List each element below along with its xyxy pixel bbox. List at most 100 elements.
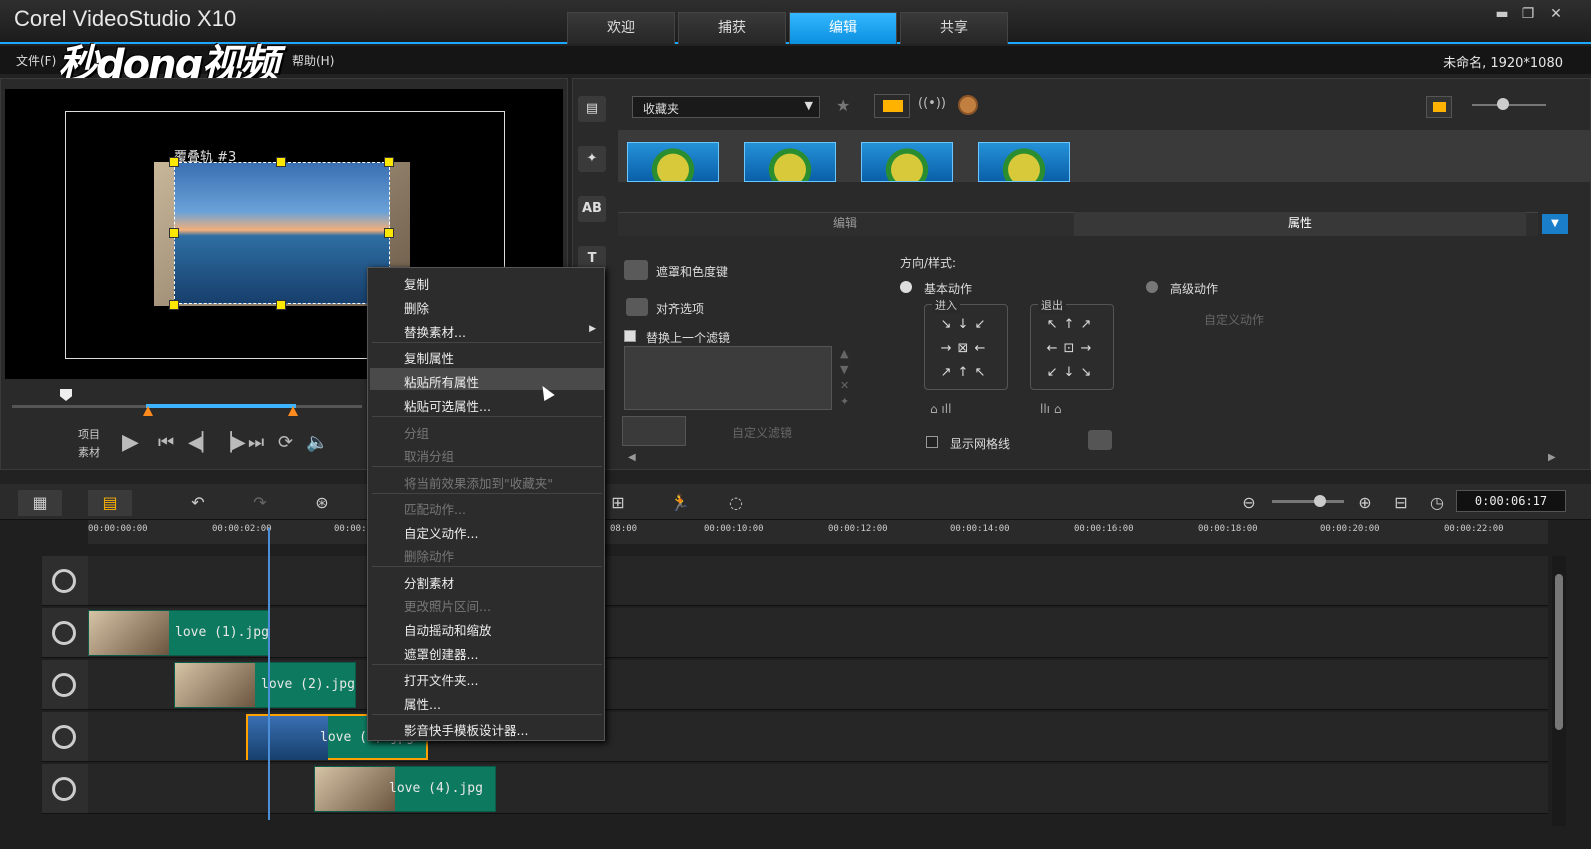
track-header[interactable] [42,608,88,658]
menu-item-template-designer[interactable]: 影音快手模板设计器... [404,720,528,739]
grid-settings-icon[interactable] [1088,430,1112,450]
track-header[interactable] [42,712,88,762]
project-mode-label[interactable]: 项目 [78,426,100,442]
menu-item-properties[interactable]: 属性... [404,694,441,713]
replace-filter-checkbox[interactable] [624,330,636,342]
resize-handle[interactable] [169,228,179,238]
tab-welcome[interactable]: 欢迎 [567,12,675,44]
track-header[interactable] [42,764,88,814]
menu-item-auto-pan-zoom[interactable]: 自动摇动和缩放 [404,620,492,639]
next-frame-icon[interactable]: ▕▶ [218,432,246,453]
mask-icon[interactable] [624,260,648,280]
fade-in-icon[interactable]: ⌂ ıll [930,402,951,416]
storyboard-view-icon[interactable]: ▦ [18,490,62,516]
library-thumbnail[interactable] [744,142,836,182]
resize-handle[interactable] [169,157,179,167]
filter-preset-dropdown[interactable] [622,416,686,446]
menu-item-paste-selected-attributes[interactable]: 粘贴可选属性... [404,396,491,415]
scroll-left-icon[interactable]: ◀ [628,452,636,463]
mask-chroma-option[interactable]: 遮罩和色度键 [656,263,728,280]
sort-icon[interactable] [958,95,978,115]
exit-direction-grid[interactable]: ↖↑↗ ←⊡→ ↙↓↘ [1031,313,1113,385]
media-icon[interactable]: ▤ [578,96,606,122]
close-icon[interactable]: ✕ [1546,6,1566,22]
custom-filter-button[interactable]: 自定义滤镜 [732,424,792,441]
path-icon[interactable]: ◌ [714,490,758,516]
resize-handle[interactable] [384,157,394,167]
filter-list-tools[interactable]: ▲ ▼ ✕ ✦ [840,346,849,410]
menu-item-mask-creator[interactable]: 遮罩创建器... [404,644,478,663]
clock-icon[interactable]: ◷ [1424,490,1450,516]
overlay-track-1[interactable] [88,608,1548,658]
start-icon[interactable]: ⏮ [158,432,174,453]
tab-capture[interactable]: 捕获 [678,12,786,44]
align-icon[interactable] [626,298,648,316]
library-thumbnail[interactable] [978,142,1070,182]
restore-icon[interactable]: ❐ [1518,6,1538,22]
tab-share[interactable]: 共享 [900,12,1008,44]
tab-edit[interactable]: 编辑 [789,12,897,44]
prev-frame-icon[interactable]: ◀▏ [188,432,216,453]
align-options[interactable]: 对齐选项 [656,300,704,317]
menu-item-replace-clip[interactable]: 替换素材... [404,322,466,341]
volume-icon[interactable]: 🔈 [306,432,328,453]
redo-icon[interactable]: ↷ [238,490,282,516]
menu-help[interactable]: 帮助(H) [292,52,334,69]
timeline-clip[interactable]: love (2).jpg [174,662,356,708]
timeline-clip[interactable]: love (4).jpg [314,766,496,812]
library-thumbnail[interactable] [627,142,719,182]
view-mode-button[interactable] [1426,96,1452,118]
minimize-icon[interactable]: ▬ [1492,6,1512,22]
tab-attributes[interactable]: 属性 [1074,212,1526,236]
show-grid-checkbox[interactable] [926,436,938,448]
resize-handle[interactable] [384,228,394,238]
zoom-slider-knob[interactable] [1314,495,1326,507]
zoom-slider[interactable] [1272,500,1344,503]
playhead[interactable] [268,528,270,820]
resize-handle[interactable] [169,300,179,310]
resize-handle[interactable] [276,300,286,310]
overlay-track-4[interactable] [88,764,1548,814]
custom-motion-button[interactable]: 自定义动作 [1204,311,1264,328]
menu-item-copy[interactable]: 复制 [404,274,429,293]
menu-item-paste-all-attributes[interactable]: 粘贴所有属性 [404,372,479,391]
scrollbar-thumb[interactable] [1555,574,1563,730]
timeline-view-icon[interactable]: ▤ [88,490,132,516]
end-icon[interactable]: ⏭ [248,432,264,453]
timecode-display[interactable]: 0:00:06:17 [1456,490,1566,512]
track-header[interactable] [42,556,88,606]
motion-tracking-icon[interactable]: 🏃 [658,490,702,516]
basic-motion-radio[interactable] [900,281,912,293]
advanced-motion-radio[interactable] [1146,281,1158,293]
menu-item-delete[interactable]: 删除 [404,298,429,317]
menu-item-open-folder[interactable]: 打开文件夹... [404,670,478,689]
thumb-size-slider-knob[interactable] [1497,98,1509,110]
show-video-button[interactable] [874,94,910,118]
overlay-image[interactable] [174,162,390,304]
timeline-clip[interactable]: love (1).jpg [88,610,270,656]
transition-icon[interactable]: AB [578,196,606,222]
undo-icon[interactable]: ↶ [176,490,220,516]
add-favorite-icon[interactable]: ★ [836,96,850,115]
zoom-out-icon[interactable]: ⊖ [1236,490,1262,516]
clip-mode-label[interactable]: 素材 [78,444,100,460]
menu-item-copy-attributes[interactable]: 复制属性 [404,348,454,367]
video-track[interactable] [88,556,1548,606]
tab-edit-options[interactable]: 编辑 [618,212,1072,236]
trim-range[interactable] [146,404,296,408]
menu-file[interactable]: 文件(F) [16,52,56,69]
play-icon[interactable]: ▶ [122,430,139,455]
menu-item-split-clip[interactable]: 分割素材 [404,573,454,592]
thumb-size-slider[interactable] [1472,104,1546,106]
library-thumbnail[interactable] [861,142,953,182]
enter-direction-grid[interactable]: ↘↓↙ →⊠← ↗↑↖ [925,313,1007,385]
scroll-right-icon[interactable]: ▶ [1548,452,1556,463]
track-header[interactable] [42,660,88,710]
instant-project-icon[interactable]: ✦ [578,146,606,172]
record-capture-icon[interactable]: ⊛ [300,490,344,516]
repeat-icon[interactable]: ⟳ [278,432,293,453]
audio-icon[interactable]: ((•)) [918,96,946,111]
fade-out-icon[interactable]: llı ⌂ [1040,402,1061,416]
fit-project-icon[interactable]: ⊟ [1388,490,1414,516]
zoom-in-icon[interactable]: ⊕ [1352,490,1378,516]
